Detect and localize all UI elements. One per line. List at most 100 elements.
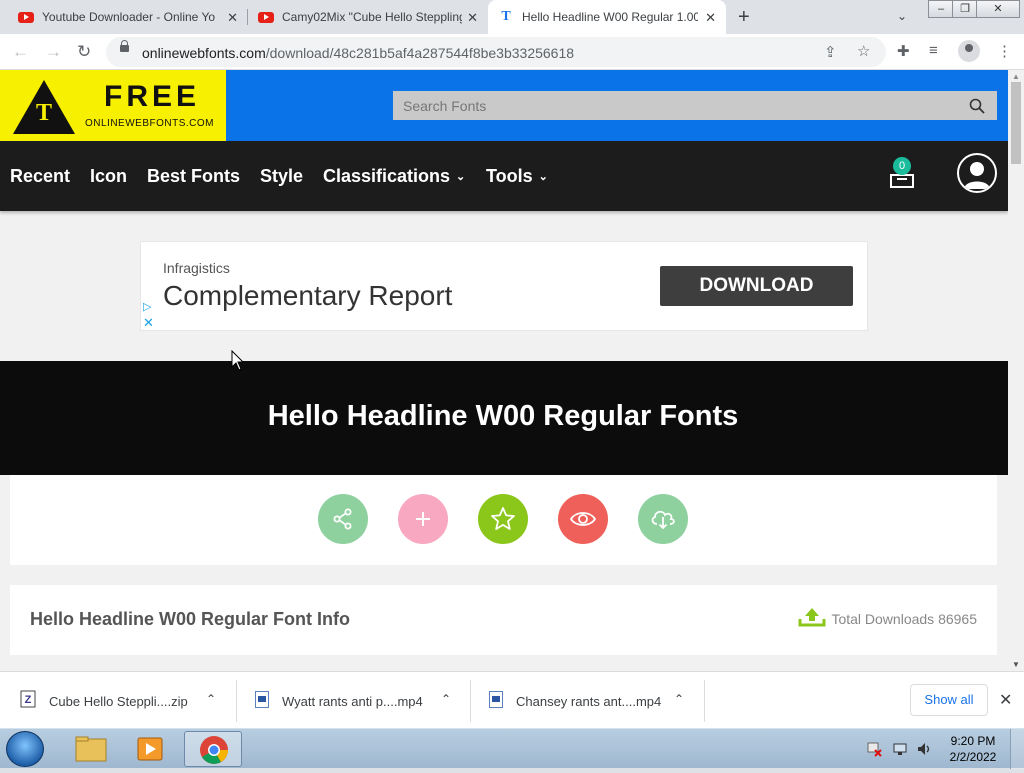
download-item[interactable]: Z Cube Hello Steppli....zip ⌃ <box>0 672 236 729</box>
new-tab-plus-icon[interactable]: + <box>738 6 750 29</box>
profile-avatar-icon[interactable] <box>958 40 980 62</box>
tab-hello-headline[interactable]: T Hello Headline W00 Regular 1.00 ✕ <box>488 0 726 34</box>
nav-icon[interactable]: Icon <box>90 166 127 187</box>
media-player-icon <box>137 737 163 761</box>
svg-text:Z: Z <box>25 694 32 706</box>
restore-button[interactable]: ❐ <box>952 0 978 18</box>
font-search <box>393 91 997 120</box>
clock-date: 2/2/2022 <box>949 750 997 764</box>
download-tray-icon <box>798 608 826 627</box>
lock-icon <box>120 40 129 52</box>
close-tab-icon[interactable]: ✕ <box>705 10 716 26</box>
share-icon <box>333 508 352 530</box>
start-button[interactable] <box>6 731 44 767</box>
ad-brand: Infragistics <box>163 260 230 276</box>
network-icon[interactable] <box>892 741 908 757</box>
video-file-icon <box>255 691 269 708</box>
url-text[interactable]: onlinewebfonts.com/download/48c281b5af4a… <box>142 45 574 61</box>
taskbar-media-player[interactable] <box>122 731 180 767</box>
eye-icon <box>569 512 597 526</box>
close-tab-icon[interactable]: ✕ <box>227 10 238 26</box>
download-item[interactable]: Wyatt rants anti p....mp4 ⌃ <box>237 672 470 729</box>
forward-arrow-icon[interactable]: → <box>45 42 62 62</box>
media-control-icon[interactable]: ≡ <box>929 42 938 59</box>
browser-window: Youtube Downloader - Online Yo ✕ Camy02M… <box>0 0 1024 769</box>
browser-toolbar: ← → ↻ onlinewebfonts.com/download/48c281… <box>0 34 1024 70</box>
page-title: Hello Headline W00 Regular Fonts <box>267 400 739 432</box>
address-bar[interactable]: onlinewebfonts.com/download/48c281b5af4a… <box>106 37 886 67</box>
share-page-icon[interactable]: ⇪ <box>824 43 837 61</box>
taskbar-explorer[interactable] <box>62 731 120 767</box>
nav-classifications[interactable]: Classifications ⌄ <box>323 166 465 187</box>
system-clock[interactable]: 9:20 PM 2/2/2022 <box>942 733 1004 765</box>
chevron-up-icon[interactable]: ⌃ <box>674 692 684 706</box>
total-downloads: Total Downloads 86965 <box>831 611 977 627</box>
ad-download-button[interactable]: DOWNLOAD <box>660 266 853 306</box>
onlinewebfonts-icon: T <box>501 9 511 24</box>
action-center-flag-icon[interactable] <box>866 741 882 757</box>
nav-tools[interactable]: Tools ⌄ <box>486 166 548 187</box>
youtube-icon <box>18 11 34 23</box>
reload-icon[interactable]: ↻ <box>77 42 91 62</box>
taskbar-chrome[interactable] <box>184 731 242 767</box>
tab-title: Hello Headline W00 Regular 1.00 <box>522 10 698 24</box>
advertisement-banner[interactable]: Infragistics Complementary Report DOWNLO… <box>140 241 868 331</box>
main-navigation: Recent Icon Best Fonts Style Classificat… <box>0 141 1008 211</box>
youtube-icon <box>258 11 274 23</box>
chevron-up-icon[interactable]: ⌃ <box>441 692 451 706</box>
plus-icon <box>416 512 430 526</box>
scroll-up-icon[interactable]: ▲ <box>1012 72 1020 81</box>
show-desktop-button[interactable] <box>1010 729 1024 769</box>
adchoices-icon[interactable]: ▷ <box>143 300 151 313</box>
show-all-downloads-button[interactable]: Show all <box>910 684 988 716</box>
favorite-button[interactable] <box>478 494 528 544</box>
mouse-cursor-icon <box>231 350 245 371</box>
zip-file-icon: Z <box>20 690 36 708</box>
folder-icon <box>75 736 107 762</box>
video-file-icon <box>489 691 503 708</box>
volume-icon[interactable] <box>916 741 932 757</box>
menu-kebab-icon[interactable]: ⋮ <box>997 42 1012 60</box>
logo-triangle-icon: T <box>13 80 75 134</box>
close-download-shelf-icon[interactable]: ✕ <box>999 690 1012 710</box>
close-tab-icon[interactable]: ✕ <box>467 10 478 26</box>
tab-search-chevron-icon[interactable]: ⌄ <box>897 9 907 23</box>
nav-best-fonts[interactable]: Best Fonts <box>147 166 240 187</box>
back-arrow-icon[interactable]: ← <box>12 42 29 62</box>
add-to-collection-button[interactable] <box>398 494 448 544</box>
font-info-panel: Hello Headline W00 Regular Font Info Tot… <box>10 585 997 655</box>
close-ad-icon[interactable]: ✕ <box>143 315 154 331</box>
chevron-down-icon: ⌄ <box>456 171 466 183</box>
tab-strip: Youtube Downloader - Online Yo ✕ Camy02M… <box>0 0 1024 34</box>
chrome-icon <box>200 736 228 764</box>
bookmark-star-icon[interactable]: ☆ <box>857 42 870 60</box>
tab-camy02mix[interactable]: Camy02Mix "Cube Hello Steppling ✕ <box>248 0 488 34</box>
download-item[interactable]: Chansey rants ant....mp4 ⌃ <box>471 672 704 729</box>
search-input[interactable] <box>393 91 963 120</box>
tab-title: Camy02Mix "Cube Hello Steppling <box>282 10 462 24</box>
chevron-up-icon[interactable]: ⌃ <box>206 692 216 706</box>
scrollbar-thumb[interactable] <box>1011 82 1021 164</box>
preview-button[interactable] <box>558 494 608 544</box>
download-font-button[interactable] <box>638 494 688 544</box>
page-scrollbar[interactable]: ▲ ▼ <box>1008 70 1024 671</box>
download-filename: Wyatt rants anti p....mp4 <box>282 694 423 709</box>
star-icon <box>491 507 515 530</box>
tab-youtube-downloader[interactable]: Youtube Downloader - Online Yo ✕ <box>8 0 248 34</box>
extensions-puzzle-icon[interactable]: ✚ <box>897 42 910 60</box>
divider <box>704 680 705 722</box>
font-actions-bar <box>10 475 997 565</box>
scroll-down-icon[interactable]: ▼ <box>1012 660 1020 669</box>
font-title-banner: Hello Headline W00 Regular Fonts <box>0 361 1008 475</box>
minimize-button[interactable]: – <box>928 0 954 18</box>
site-logo[interactable]: T FREE ONLINEWEBFONTS.COM <box>0 70 226 141</box>
download-shelf: Z Cube Hello Steppli....zip ⌃ Wyatt rant… <box>0 671 1024 728</box>
share-button[interactable] <box>318 494 368 544</box>
ad-headline[interactable]: Complementary Report <box>163 280 452 312</box>
user-account-icon[interactable] <box>957 153 997 193</box>
search-icon[interactable] <box>969 98 985 114</box>
nav-style[interactable]: Style <box>260 166 303 187</box>
basket-count-badge: 0 <box>893 157 911 175</box>
close-window-button[interactable]: ✕ <box>976 0 1020 18</box>
nav-recent[interactable]: Recent <box>10 166 70 187</box>
